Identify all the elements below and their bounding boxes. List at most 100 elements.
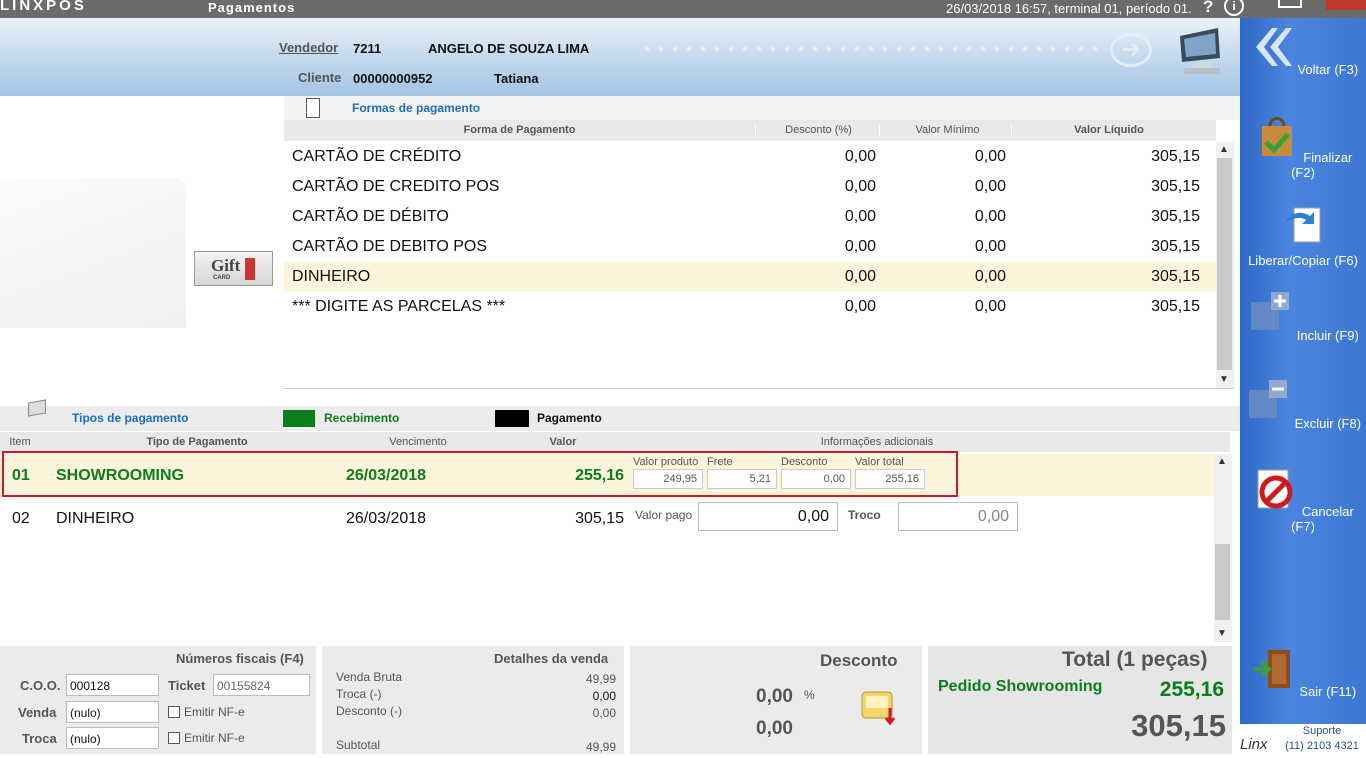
valor-pago-input[interactable]: 0,00	[698, 502, 838, 531]
numeros-fiscais-panel: Números fiscais (F4) C.O.O. 000128 Ticke…	[0, 646, 316, 754]
desconto-label: Desconto (-)	[336, 704, 403, 718]
col-informacoes: Informações adicionais	[820, 436, 934, 448]
tipo-row[interactable]: 02 DINHEIRO 26/03/2018 305,15 Valor pago…	[0, 500, 1214, 536]
incluir-label: Incluir (F9)	[1296, 328, 1359, 343]
excluir-button[interactable]: Excluir (F8)	[1240, 378, 1366, 431]
minimize-button[interactable]	[1278, 0, 1302, 8]
col-valor-minimo: Valor Mínimo	[884, 124, 1012, 136]
title-bar: LINXPOS Pagamentos 26/03/2018 16:57, ter…	[0, 0, 1366, 18]
vendedor-code: 7211	[353, 41, 382, 56]
support-phone: (11) 2103 4321	[1285, 740, 1359, 752]
col-item: Item	[9, 436, 31, 448]
forma-name: CARTÃO DE DEBITO POS	[292, 238, 488, 255]
cliente-code: 00000000952	[353, 71, 433, 86]
cliente-label: Cliente	[298, 70, 342, 85]
formas-title: Formas de pagamento	[352, 101, 481, 115]
session-info: 26/03/2018 16:57, terminal 01, período 0…	[946, 1, 1192, 16]
forma-name: CARTÃO DE CREDITO POS	[292, 178, 500, 195]
coo-field[interactable]: 000128	[66, 674, 159, 696]
venda-bruta-label: Venda Bruta	[336, 670, 403, 684]
forma-row[interactable]: CARTÃO DE CREDITO POS 0,00 0,00 305,15	[284, 172, 1216, 202]
venda-field[interactable]: (nulo)	[66, 701, 159, 723]
scroll-up-icon[interactable]: ▲	[1219, 144, 1229, 155]
sair-label: Sair (F11)	[1299, 684, 1357, 699]
forma-row[interactable]: CARTÃO DE CRÉDITO 0,00 0,00 305,15	[284, 142, 1216, 172]
scroll-down-icon[interactable]: ▼	[1219, 374, 1229, 385]
discount-coupon-icon[interactable]	[860, 686, 902, 726]
pagamento-legend-swatch	[495, 410, 529, 427]
support-label: Suporte	[1302, 725, 1342, 737]
incluir-button[interactable]: Incluir (F9)	[1240, 290, 1366, 343]
shopping-bag-icon	[1261, 117, 1292, 156]
close-button[interactable]	[1326, 0, 1366, 10]
tipos-scrollbar[interactable]: ▲ ▼	[1214, 454, 1232, 642]
liberar-copiar-label: Liberar/Copiar (F6)	[1248, 253, 1358, 268]
troca-label: Troca	[22, 731, 57, 746]
forma-minimo: 0,00	[974, 268, 1006, 285]
col-tipo: Tipo de Pagamento	[146, 436, 248, 448]
cliente-name: Tatiana	[494, 71, 539, 86]
desconto-valor: 0,00	[756, 718, 793, 739]
col-vencimento: Vencimento	[389, 436, 447, 448]
finalizar-button[interactable]: Finalizar (F2)	[1240, 112, 1366, 180]
pagamento-legend-label: Pagamento	[537, 411, 602, 425]
forma-desconto: 0,00	[844, 178, 876, 195]
info-icon[interactable]: i	[1224, 0, 1244, 16]
sair-button[interactable]: Sair (F11)	[1240, 646, 1366, 699]
arrow-right-icon: ➜	[1110, 33, 1152, 67]
pedido-showrooming-label: Pedido Showrooming	[938, 678, 1103, 695]
forma-name: CARTÃO DE CRÉDITO	[292, 148, 462, 165]
vendedor-name: ANGELO DE SOUZA LIMA	[428, 41, 590, 56]
scroll-thumb[interactable]	[1215, 544, 1230, 620]
venda-bruta-value: 49,99	[585, 672, 616, 686]
col-valor: Valor	[549, 436, 577, 448]
valor-pago-label: Valor pago	[635, 508, 693, 522]
left-panel-card	[0, 178, 186, 328]
voltar-button[interactable]: Voltar (F3)	[1240, 24, 1366, 77]
support-info[interactable]: Suporte (11) 2103 4321	[1280, 724, 1364, 754]
app-brand: LINXPOS	[0, 0, 87, 14]
subtotal-label: Subtotal	[336, 738, 381, 752]
forma-name: CARTÃO DE DÉBITO	[292, 208, 449, 225]
forma-row[interactable]: CARTÃO DE DÉBITO 0,00 0,00 305,15	[284, 202, 1216, 232]
ticket-field[interactable]: 00155824	[213, 674, 310, 696]
scroll-down-icon[interactable]: ▼	[1217, 628, 1227, 639]
panel-title: Detalhes da venda	[494, 651, 609, 666]
giftcard-label: Gift	[211, 256, 241, 275]
coo-label: C.O.O.	[20, 678, 61, 693]
total-value: 305,15	[1131, 708, 1226, 743]
help-icon[interactable]: ?	[1203, 0, 1213, 17]
sale-header: Vendedor 7211 ANGELO DE SOUZA LIMA Clien…	[0, 18, 1240, 96]
panel-title: Números fiscais (F4)	[176, 651, 304, 666]
desconto-percent: 0,00	[756, 686, 793, 707]
highlight-box	[2, 451, 958, 497]
giftcard-button[interactable]: Gift CARD	[194, 251, 273, 286]
total-panel: Total (1 peças) Pedido Showrooming 255,1…	[928, 646, 1232, 754]
percent-symbol: %	[804, 688, 815, 702]
tipo-name: DINHEIRO	[56, 510, 135, 527]
scroll-thumb[interactable]	[1217, 158, 1232, 370]
emitir-nfe-venda-checkbox[interactable]	[168, 706, 180, 718]
forma-row-selected[interactable]: DINHEIRO 0,00 0,00 305,15	[284, 262, 1216, 292]
liberar-copiar-button[interactable]: Liberar/Copiar (F6)	[1240, 200, 1366, 268]
formas-scrollbar[interactable]: ▲ ▼	[1216, 142, 1234, 388]
remove-item-icon	[1248, 380, 1287, 418]
troca-field[interactable]: (nulo)	[66, 727, 159, 749]
decorative-dots	[640, 46, 1100, 52]
cancelar-button[interactable]: Cancelar (F7)	[1240, 466, 1366, 534]
tipo-vencimento: 26/03/2018	[346, 510, 427, 527]
tipos-title: Tipos de pagamento	[72, 411, 189, 425]
forma-minimo: 0,00	[974, 208, 1006, 225]
col-valor-liquido: Valor Líquido	[1074, 124, 1144, 136]
formas-table-header: Forma de Pagamento Desconto (%) Valor Mí…	[284, 120, 1216, 141]
emitir-nfe-troca-checkbox[interactable]	[168, 732, 180, 744]
scroll-up-icon[interactable]: ▲	[1217, 456, 1227, 467]
troca-value: 0,00	[592, 689, 616, 703]
forma-row[interactable]: CARTÃO DE DEBITO POS 0,00 0,00 305,15	[284, 232, 1216, 262]
col-forma: Forma de Pagamento	[284, 124, 756, 136]
forma-desconto: 0,00	[844, 298, 876, 315]
forma-row[interactable]: *** DIGITE AS PARCELAS *** 0,00 0,00 305…	[284, 292, 1216, 322]
document-icon	[306, 98, 320, 118]
forma-desconto: 0,00	[844, 238, 876, 255]
troco-field: 0,00	[898, 502, 1018, 531]
